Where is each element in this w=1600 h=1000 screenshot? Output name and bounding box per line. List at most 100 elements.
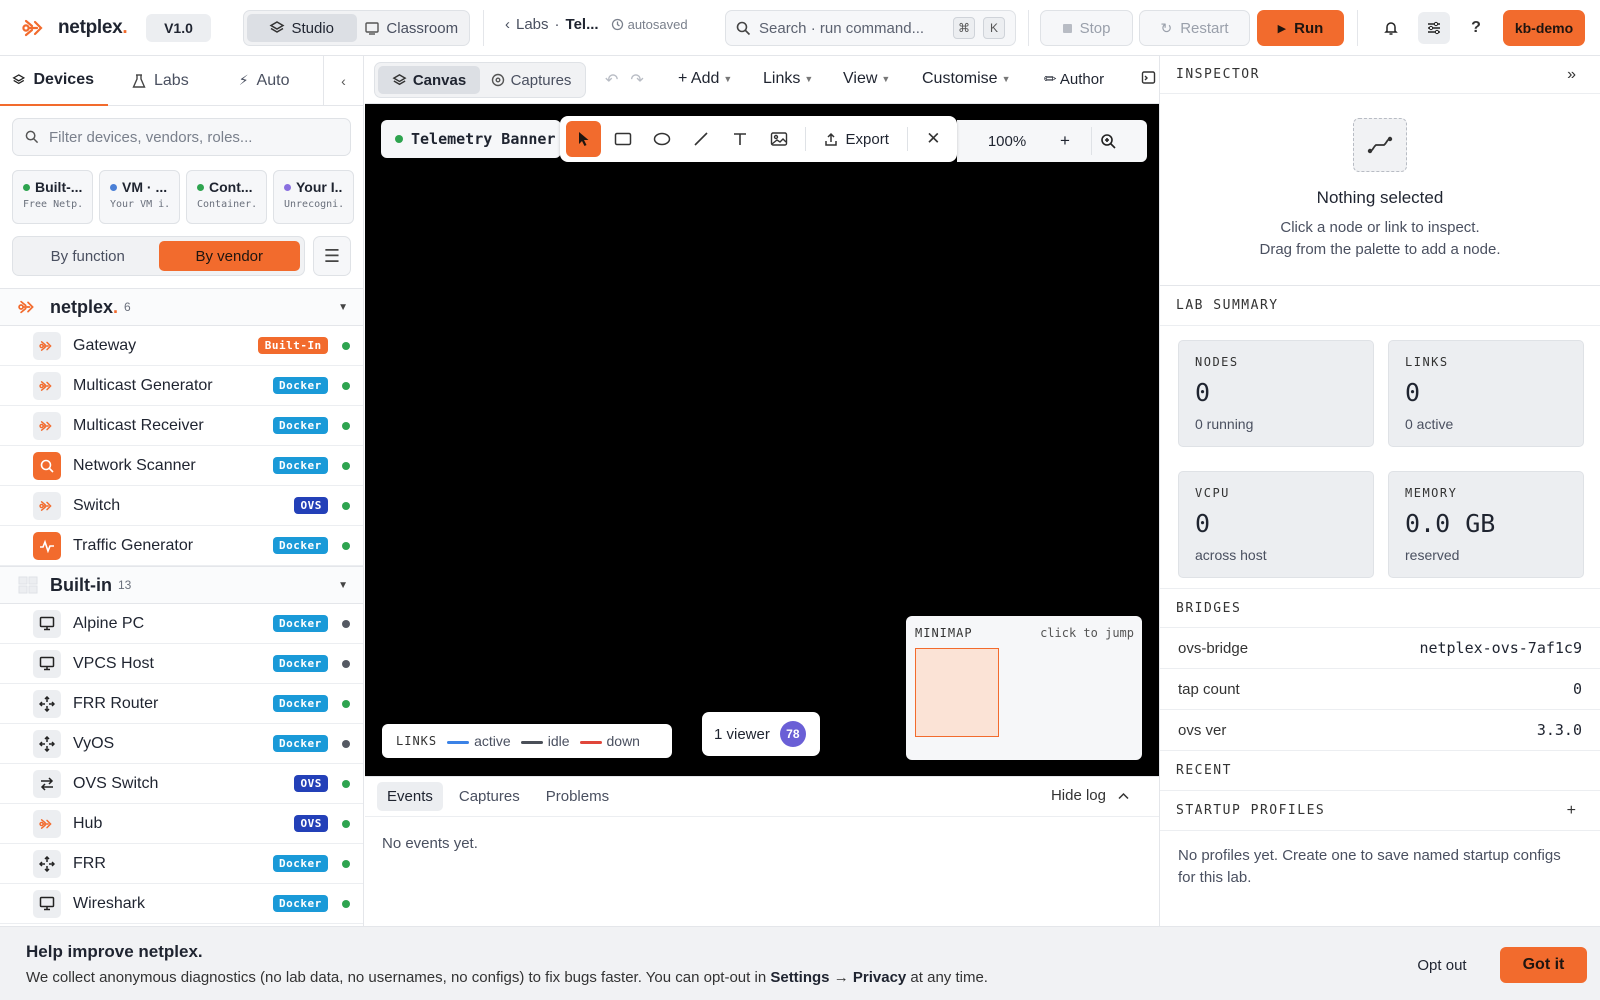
hide-log-button[interactable]: Hide log [1051,787,1129,804]
tab-events[interactable]: Events [377,782,443,811]
device-item[interactable]: Traffic Generator Docker [0,526,363,566]
device-item[interactable]: Switch OVS [0,486,363,526]
device-name: OVS Switch [73,774,159,792]
device-group-header[interactable]: netplex. 6 ▼ [0,288,363,326]
text-tool-icon[interactable] [722,121,757,157]
upload-icon [824,132,837,146]
startup-profiles-header: STARTUP PROFILES + [1160,791,1600,831]
source-chip[interactable]: Built-... Free Netp... [12,170,93,224]
restart-button[interactable]: ↻ Restart [1139,10,1250,46]
add-profile-button[interactable]: + [1567,802,1576,820]
ellipse-tool-icon[interactable] [644,121,679,157]
view-captures-button[interactable]: Captures [480,66,582,94]
user-menu-button[interactable]: kb-demo [1503,10,1585,46]
device-type-badge: Docker [272,615,328,632]
author-button[interactable]: ✏ Author [1044,70,1104,88]
command-search[interactable]: Search · run command... ⌘ K [725,10,1016,46]
device-type-badge: Docker [272,457,328,474]
tab-labs[interactable]: Labs [108,56,203,106]
settings-link[interactable]: Settings [770,969,829,986]
device-item[interactable]: VPCS Host Docker [0,644,363,684]
device-type-badge: Built-In [258,337,328,354]
redo-icon[interactable]: ↷ [630,70,643,90]
view-menu[interactable]: View ▼ [843,70,890,88]
minimap[interactable]: MINIMAP click to jump [906,616,1142,760]
source-chip[interactable]: VM · ... Your VM i... [99,170,180,224]
group-by-vendor-button[interactable]: By vendor [158,241,300,271]
chevron-left-icon[interactable]: ‹ [505,16,510,33]
device-filter-input[interactable]: Filter devices, vendors, roles... [12,118,351,156]
stat-card-memory: MEMORY 0.0 GB reserved [1388,471,1584,578]
close-icon[interactable]: ✕ [916,121,951,157]
lab-summary-stats: NODES 0 0 running LINKS 0 0 active VCPU 0 across… [1160,326,1600,588]
device-item[interactable]: Wireshark Docker [0,884,363,924]
sliders-icon[interactable] [1418,12,1450,44]
mode-studio-button[interactable]: Studio [247,14,357,42]
sidebar-tabs: Devices Labs ⚡ Auto ‹ [0,56,363,106]
select-tool-icon[interactable] [566,121,602,157]
tab-log-captures[interactable]: Captures [449,782,530,811]
rectangle-tool-icon[interactable] [605,121,640,157]
device-item[interactable]: OVS Switch OVS [0,764,363,804]
privacy-link[interactable]: Privacy [853,969,906,986]
undo-icon[interactable]: ↶ [605,70,618,90]
export-button[interactable]: Export [814,121,899,157]
breadcrumb-separator: · [554,16,560,33]
device-item[interactable]: VyOS Docker [0,724,363,764]
device-item[interactable]: FRR Docker [0,844,363,884]
add-menu[interactable]: + Add ▼ [678,70,732,88]
source-chip[interactable]: Cont... Container... [186,170,267,224]
bell-icon[interactable] [1375,12,1407,44]
viewer-indicator[interactable]: 1 viewer 78 [702,712,820,756]
device-type-badge: OVS [294,497,328,514]
device-type-badge: Docker [272,377,328,394]
autosaved-status: autosaved [611,17,688,32]
customise-menu[interactable]: Customise ▼ [922,70,1011,88]
links-legend: LINKS active idle down [382,724,672,758]
topology-canvas[interactable]: Telemetry Banner 100% + Export ✕ LINKS a… [365,104,1159,776]
lab-title[interactable]: Telemetry Banner [381,120,561,158]
image-tool-icon[interactable] [761,121,796,157]
help-icon[interactable]: ? [1460,12,1492,44]
device-status-dot [342,381,350,390]
got-it-button[interactable]: Got it [1500,947,1587,983]
tab-auto[interactable]: ⚡ Auto [203,56,304,106]
stop-button[interactable]: Stop [1040,10,1133,46]
collapse-inspector-button[interactable]: » [1567,66,1576,84]
minimap-viewport[interactable] [915,648,999,737]
device-item[interactable]: Hub OVS [0,804,363,844]
breadcrumb-current[interactable]: Tel... [566,16,599,33]
zoom-in-button[interactable]: + [1047,131,1083,151]
device-item[interactable]: Multicast Receiver Docker [0,406,363,446]
device-item[interactable]: Gateway Built-In [0,326,363,366]
device-item[interactable]: Network Scanner Docker [0,446,363,486]
view-canvas-label: Canvas [412,71,467,89]
line-tool-icon[interactable] [683,121,718,157]
tab-devices[interactable]: Devices [0,56,108,106]
device-item[interactable]: FRR Router Docker [0,684,363,724]
zoom-fit-icon[interactable] [1100,133,1117,150]
view-canvas-button[interactable]: Canvas [378,66,480,94]
links-menu[interactable]: Links ▼ [763,70,813,88]
breadcrumb-labs[interactable]: Labs [516,16,549,33]
opt-out-button[interactable]: Opt out [1402,947,1482,983]
terminal-icon[interactable] [1141,70,1156,85]
brand[interactable]: netplex. [22,17,146,39]
mode-classroom-button[interactable]: Classroom [357,14,467,42]
group-by-function-button[interactable]: By function [17,241,159,271]
target-icon [491,73,504,87]
device-item[interactable]: Multicast Generator Docker [0,366,363,406]
collapse-sidebar-button[interactable]: ‹ [323,56,363,106]
list-menu-icon[interactable]: ☰ [313,236,351,276]
version-badge[interactable]: V1.0 [146,14,211,42]
lightning-icon: ⚡ [238,72,249,88]
device-name: VPCS Host [73,654,154,672]
device-item[interactable]: Alpine PC Docker [0,604,363,644]
device-group-header[interactable]: Built-in 13 ▼ [0,566,363,604]
source-chip[interactable]: Your I... Unrecogni... [273,170,354,224]
run-button[interactable]: ▶ Run [1257,10,1344,46]
tab-problems[interactable]: Problems [536,782,619,811]
stat-label: NODES [1195,355,1239,369]
bridge-key: ovs ver [1178,721,1227,739]
legend-line [579,740,602,744]
